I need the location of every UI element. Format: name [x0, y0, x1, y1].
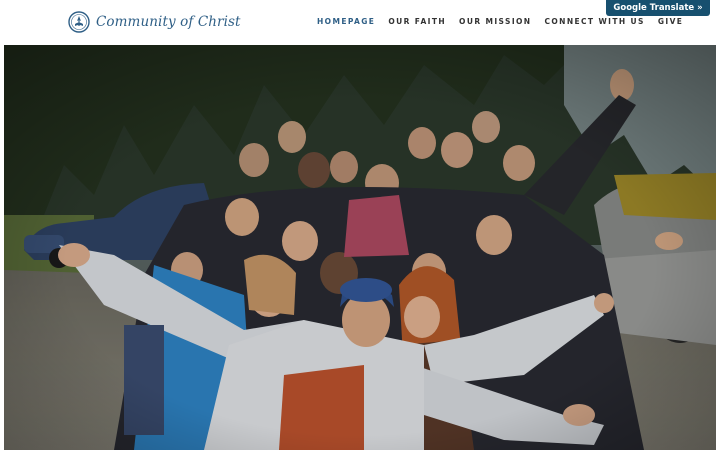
nav-connect-with-us[interactable]: CONNECT WITH US — [544, 17, 644, 26]
nav-homepage[interactable]: HOMEPAGE — [317, 17, 375, 26]
page: Community of Christ HOMEPAGE OUR FAITH O… — [0, 0, 720, 450]
site-header: Community of Christ HOMEPAGE OUR FAITH O… — [0, 0, 720, 45]
nav-our-mission[interactable]: OUR MISSION — [459, 17, 531, 26]
google-translate-button[interactable]: Google Translate » — [606, 0, 710, 16]
nav-our-faith[interactable]: OUR FAITH — [388, 17, 446, 26]
main-nav: HOMEPAGE OUR FAITH OUR MISSION CONNECT W… — [317, 17, 696, 26]
hero-image — [4, 45, 716, 450]
logo-emblem-icon — [68, 11, 90, 33]
site-logo[interactable]: Community of Christ — [68, 10, 241, 34]
logo-text: Community of Christ — [96, 14, 241, 30]
nav-give[interactable]: GIVE — [658, 17, 683, 26]
group-photo-image — [4, 45, 716, 450]
